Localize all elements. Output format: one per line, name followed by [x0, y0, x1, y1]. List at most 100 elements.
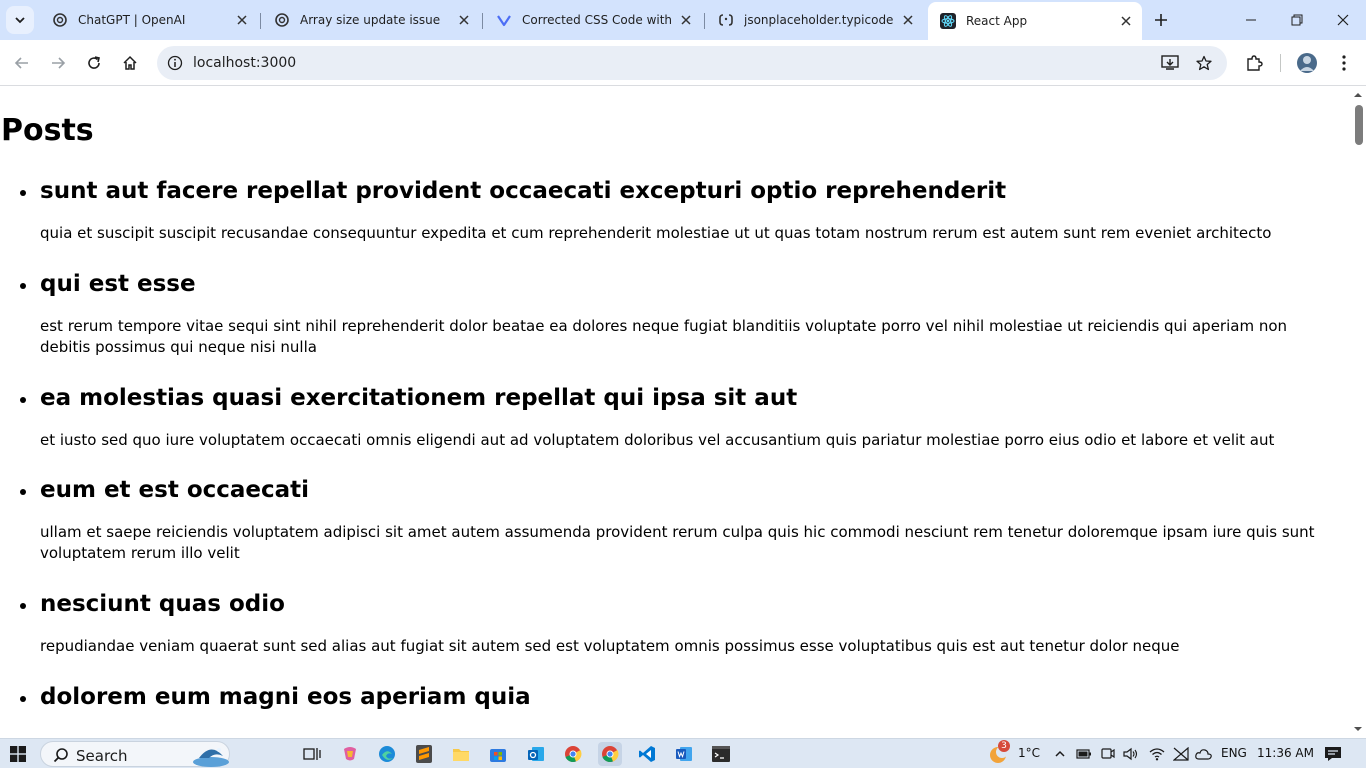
show-hidden-icons-button[interactable]	[1048, 742, 1072, 766]
address-bar[interactable]: localhost:3000	[157, 46, 1227, 80]
url-text[interactable]: localhost:3000	[193, 55, 296, 71]
close-icon	[1337, 14, 1349, 26]
close-window-button[interactable]	[1320, 0, 1366, 40]
task-view-icon	[303, 748, 321, 760]
typicode-icon	[718, 12, 734, 28]
vscode-taskbar-button[interactable]	[635, 742, 659, 766]
forward-button[interactable]	[42, 47, 74, 79]
tab-title: React App	[966, 14, 1028, 28]
restore-button[interactable]	[1274, 0, 1320, 40]
bookmark-star-icon[interactable]	[1193, 53, 1215, 73]
file-explorer-taskbar-button[interactable]	[449, 742, 473, 766]
scroll-up-icon[interactable]	[1354, 91, 1362, 99]
tab-divider	[482, 13, 483, 29]
tab-strip: ChatGPT | OpenAI Array size update issue…	[0, 0, 1366, 40]
taskbar-search[interactable]: Search	[40, 741, 230, 767]
network-tray-icon[interactable]	[1169, 742, 1193, 766]
sublime-taskbar-button[interactable]	[412, 742, 436, 766]
camera-icon	[1101, 748, 1115, 759]
post-title: ea molestias quasi exercitationem repell…	[40, 385, 798, 411]
tab-corrected-css[interactable]: Corrected CSS Code with Sy	[484, 5, 702, 35]
close-icon[interactable]	[1118, 13, 1134, 29]
copilot-icon	[344, 747, 356, 761]
close-icon[interactable]	[234, 12, 250, 28]
tab-title: jsonplaceholder.typicode.co	[744, 13, 894, 27]
start-button[interactable]	[6, 742, 30, 766]
minimize-button[interactable]	[1228, 0, 1274, 40]
chrome-active-taskbar-button[interactable]	[598, 742, 622, 766]
list-bullet	[20, 190, 26, 196]
scroll-thumb[interactable]	[1355, 105, 1363, 145]
post-body: repudiandae veniam quaerat sunt sed alia…	[40, 637, 1180, 655]
wifi-tray-icon[interactable]	[1145, 742, 1169, 766]
page-scrollbar[interactable]	[1350, 87, 1366, 738]
windows-taskbar: Search 3 1°C ENG 11:36 AM	[0, 738, 1366, 768]
tab-array-size[interactable]: Array size update issue	[262, 5, 480, 35]
notifications-button[interactable]	[1321, 742, 1345, 766]
temperature-text[interactable]: 1°C	[1018, 746, 1040, 760]
openai-icon	[52, 12, 68, 28]
language-indicator[interactable]: ENG	[1221, 746, 1247, 760]
toolbar-divider	[1280, 54, 1281, 72]
close-icon[interactable]	[456, 12, 472, 28]
scroll-down-icon[interactable]	[1354, 725, 1362, 733]
chevron-down-icon	[15, 17, 25, 24]
folder-icon	[453, 749, 469, 761]
sublime-text-icon	[416, 745, 432, 763]
post-body: ullam et saepe reiciendis voluptatem adi…	[40, 523, 1315, 562]
chrome-icon	[565, 746, 582, 763]
plus-icon	[1155, 14, 1167, 26]
list-item: qui est esse est rerum tempore vitae seq…	[20, 270, 1340, 358]
copilot-taskbar-button[interactable]	[338, 742, 362, 766]
new-tab-button[interactable]	[1148, 8, 1174, 32]
list-bullet	[20, 489, 26, 495]
list-bullet	[20, 283, 26, 289]
arrow-left-icon	[14, 57, 28, 69]
back-button[interactable]	[6, 47, 38, 79]
terminal-icon	[712, 746, 730, 762]
task-view-button[interactable]	[300, 742, 324, 766]
notification-icon	[1325, 747, 1341, 761]
close-icon[interactable]	[678, 12, 694, 28]
chrome-taskbar-button[interactable]	[561, 742, 585, 766]
avatar	[1297, 53, 1317, 73]
post-title: qui est esse	[40, 271, 196, 297]
minimize-icon	[1246, 19, 1256, 21]
tab-title: Array size update issue	[300, 13, 441, 27]
battery-tray-icon[interactable]	[1072, 742, 1096, 766]
outlook-taskbar-button[interactable]	[524, 742, 548, 766]
tab-divider	[704, 13, 705, 29]
meet-now-tray-icon[interactable]	[1096, 742, 1120, 766]
tab-search-button[interactable]	[6, 6, 34, 34]
list-item: dolorem eum magni eos aperiam quia	[20, 683, 1340, 711]
list-bullet	[20, 603, 26, 609]
windows-icon	[10, 746, 26, 762]
close-icon[interactable]	[900, 12, 916, 28]
clock[interactable]: 11:36 AM	[1257, 746, 1314, 760]
store-taskbar-button[interactable]	[486, 742, 510, 766]
reload-button[interactable]	[78, 47, 110, 79]
vscode-icon	[639, 746, 655, 762]
extensions-button[interactable]	[1238, 47, 1270, 79]
home-button[interactable]	[114, 47, 146, 79]
profile-avatar[interactable]	[1291, 47, 1323, 79]
browser-menu-button[interactable]	[1328, 47, 1360, 79]
list-item: sunt aut facere repellat provident occae…	[20, 177, 1340, 244]
tab-react-app[interactable]: React App	[928, 2, 1142, 40]
onedrive-tray-icon[interactable]	[1192, 742, 1216, 766]
word-icon	[676, 747, 692, 761]
tab-chatgpt[interactable]: ChatGPT | OpenAI	[40, 5, 258, 35]
terminal-taskbar-button[interactable]	[709, 742, 733, 766]
list-item: ea molestias quasi exercitationem repell…	[20, 384, 1340, 451]
edge-taskbar-button[interactable]	[375, 742, 399, 766]
volume-tray-icon[interactable]	[1119, 742, 1143, 766]
tab-title: ChatGPT | OpenAI	[78, 13, 186, 27]
post-title: dolorem eum magni eos aperiam quia	[40, 684, 531, 710]
word-taskbar-button[interactable]	[672, 742, 696, 766]
list-item: nesciunt quas odio repudiandae veniam qu…	[20, 590, 1340, 657]
site-info-icon[interactable]	[165, 53, 185, 73]
restore-icon	[1291, 14, 1303, 26]
install-app-icon[interactable]	[1159, 53, 1181, 73]
tab-jsonplaceholder[interactable]: jsonplaceholder.typicode.co	[706, 5, 924, 35]
post-body: est rerum tempore vitae sequi sint nihil…	[40, 317, 1288, 356]
